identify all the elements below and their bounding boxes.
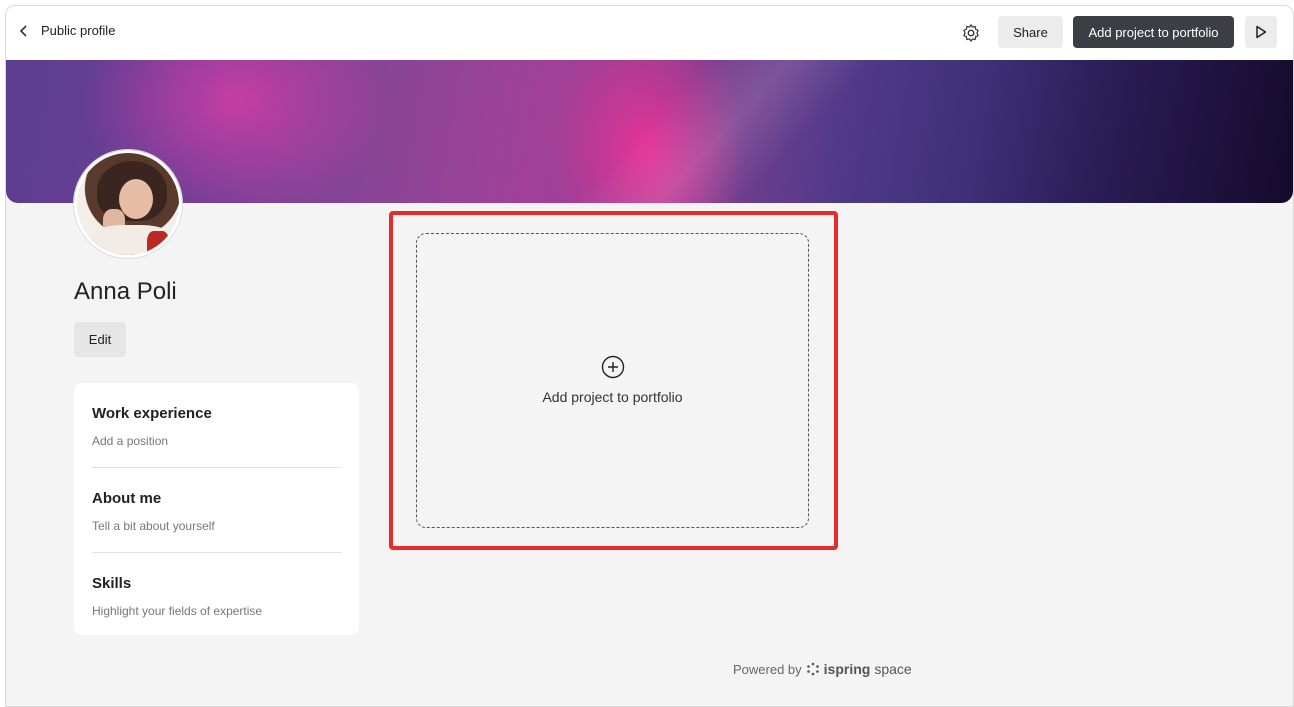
work-experience-section[interactable]: Work experience Add a position (92, 405, 342, 448)
add-project-button[interactable]: Add project to portfolio (1073, 16, 1234, 48)
cover-banner (6, 60, 1293, 203)
section-title: About me (92, 490, 162, 507)
banner-decoration (529, 60, 903, 203)
share-button[interactable]: Share (998, 16, 1063, 48)
back-link[interactable]: Public profile (41, 23, 115, 38)
play-button[interactable] (1245, 16, 1277, 48)
plus-circle-icon (601, 355, 625, 379)
profile-info-card: Work experience Add a position About me … (74, 383, 359, 635)
ispring-logo-icon (806, 662, 819, 676)
profile-name: Anna Poli (74, 278, 177, 305)
section-subtitle: Highlight your fields of expertise (92, 604, 263, 618)
gear-icon[interactable] (960, 22, 982, 44)
footer: Powered by ispring space (733, 661, 912, 677)
section-title: Skills (92, 575, 132, 592)
section-subtitle: Add a position (92, 434, 169, 448)
back-chevron-icon[interactable] (17, 21, 31, 48)
top-bar: Public profile Share Add project to port… (6, 6, 1293, 60)
section-subtitle: Tell a bit about yourself (92, 519, 215, 533)
powered-by-text: Powered by (733, 661, 802, 677)
add-project-card[interactable]: Add project to portfolio (416, 233, 809, 528)
skills-section[interactable]: Skills Highlight your fields of expertis… (92, 575, 342, 618)
divider (92, 467, 342, 468)
add-project-label: Add project to portfolio (542, 389, 683, 405)
edit-button[interactable]: Edit (74, 322, 126, 357)
play-icon (1256, 25, 1267, 39)
brand-suffix: space (874, 661, 912, 677)
divider (92, 552, 342, 553)
avatar (74, 150, 182, 258)
section-title: Work experience (92, 405, 212, 422)
about-me-section[interactable]: About me Tell a bit about yourself (92, 490, 342, 533)
brand-name: ispring (823, 661, 871, 677)
app-window: Public profile Share Add project to port… (5, 5, 1294, 707)
